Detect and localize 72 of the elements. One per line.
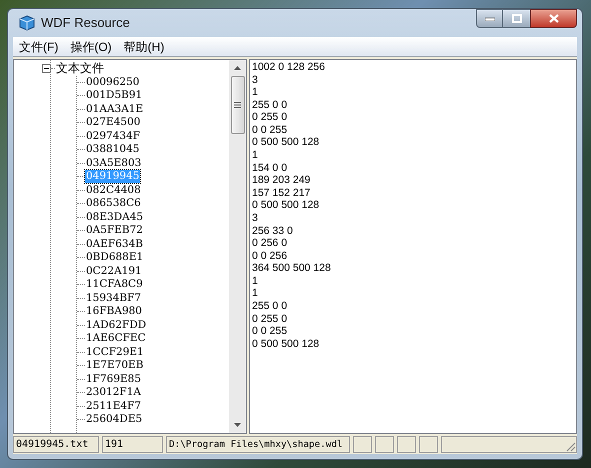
maximize-icon xyxy=(512,14,522,23)
text-line: 0 255 0 xyxy=(252,312,288,326)
tree-item[interactable]: 11CFA8C9 xyxy=(85,278,144,292)
text-line: 0 500 500 128 xyxy=(252,199,320,212)
tree-item[interactable]: 03881045 xyxy=(85,143,140,156)
text-line: 1 xyxy=(252,287,259,300)
tree-item[interactable]: 0C22A191 xyxy=(85,264,143,278)
menu-item[interactable]: 操作(O) xyxy=(64,38,118,56)
tree-folder-label[interactable]: 文本文件 xyxy=(56,62,104,76)
tree-item[interactable]: 0297434F xyxy=(85,130,142,143)
minimize-button[interactable] xyxy=(476,9,503,28)
menu-item[interactable]: 帮助(H) xyxy=(118,38,170,56)
status-size: 191 xyxy=(102,436,163,453)
tree-item[interactable]: 1AD62FDD xyxy=(85,318,148,332)
tree-item[interactable]: 027E4500 xyxy=(85,116,142,130)
status-file: 04919945.txt xyxy=(13,436,99,453)
text-line: 1 xyxy=(252,274,259,288)
tree-item[interactable]: 00096250 xyxy=(85,76,140,89)
text-line: 154 0 0 xyxy=(252,162,288,174)
tree-item[interactable]: 01AA3A1E xyxy=(85,102,144,116)
menu-item[interactable]: 文件(F) xyxy=(13,38,64,56)
tree-item[interactable]: 0AEF634B xyxy=(85,238,144,251)
tree-item[interactable]: 1E7E70EB xyxy=(85,359,144,372)
status-panel xyxy=(353,436,372,453)
tree-item[interactable]: 086538C6 xyxy=(85,197,142,210)
scrollbar-thumb[interactable] xyxy=(230,76,244,134)
status-path: D:\Program Files\mhxy\shape.wdl xyxy=(166,436,350,453)
tree-item[interactable]: 08E3DA45 xyxy=(85,210,144,224)
text-line: 255 0 0 xyxy=(252,300,288,313)
text-line: 3 xyxy=(252,212,259,225)
text-line: 0 255 0 xyxy=(252,111,288,124)
text-line: 364 500 500 128 xyxy=(252,262,332,275)
text-line: 256 33 0 xyxy=(252,224,294,238)
text-line: 0 500 500 128 xyxy=(252,338,320,350)
status-panel xyxy=(397,436,416,453)
text-line: 189 203 249 xyxy=(252,174,312,187)
status-panel xyxy=(419,436,438,453)
status-panel xyxy=(375,436,394,453)
text-line: 157 152 217 xyxy=(252,186,312,200)
tree-item[interactable]: 03A5E803 xyxy=(85,156,142,170)
cube-icon xyxy=(19,15,35,31)
close-button[interactable] xyxy=(530,9,577,28)
tree-item[interactable]: 0A5FEB72 xyxy=(85,224,144,238)
tree-item[interactable]: 15934BF7 xyxy=(85,292,142,305)
scrollbar[interactable] xyxy=(229,60,246,433)
tree-item[interactable]: 0BD688E1 xyxy=(85,251,144,264)
tree-item[interactable]: 001D5B91 xyxy=(85,89,144,102)
tree-item[interactable]: 2511E4F7 xyxy=(85,400,142,413)
resize-grip-icon[interactable] xyxy=(564,440,576,452)
tree-item[interactable]: 1AE6CFEC xyxy=(85,332,147,346)
text-line: 0 0 255 xyxy=(252,325,288,338)
text-line: 0 0 255 xyxy=(252,124,288,136)
tree-item[interactable]: 1F769E85 xyxy=(85,372,142,386)
collapse-icon[interactable] xyxy=(42,64,51,74)
tree-item[interactable]: 16FBA980 xyxy=(85,305,143,318)
text-line: 0 0 256 xyxy=(252,250,288,262)
text-line: 1 xyxy=(252,149,259,162)
grip-icon xyxy=(234,102,241,108)
tree-item[interactable]: 25604DE5 xyxy=(85,413,144,426)
close-icon xyxy=(548,14,558,23)
tree-item[interactable]: 23012F1A xyxy=(85,386,142,400)
text-line: 1 xyxy=(252,86,259,99)
window-title: WDF Resource xyxy=(41,14,130,32)
text-line: 1002 0 128 256 xyxy=(252,61,326,74)
tree-item[interactable]: 1CCF29E1 xyxy=(85,346,145,359)
text-line: 0 500 500 128 xyxy=(252,136,320,150)
tree-item[interactable]: 082C4408 xyxy=(85,184,142,197)
text-line: 0 256 0 xyxy=(252,237,288,250)
text-line: 255 0 0 xyxy=(252,98,288,112)
maximize-button[interactable] xyxy=(503,9,530,28)
minimize-icon xyxy=(484,16,494,20)
text-line: 3 xyxy=(252,74,259,86)
